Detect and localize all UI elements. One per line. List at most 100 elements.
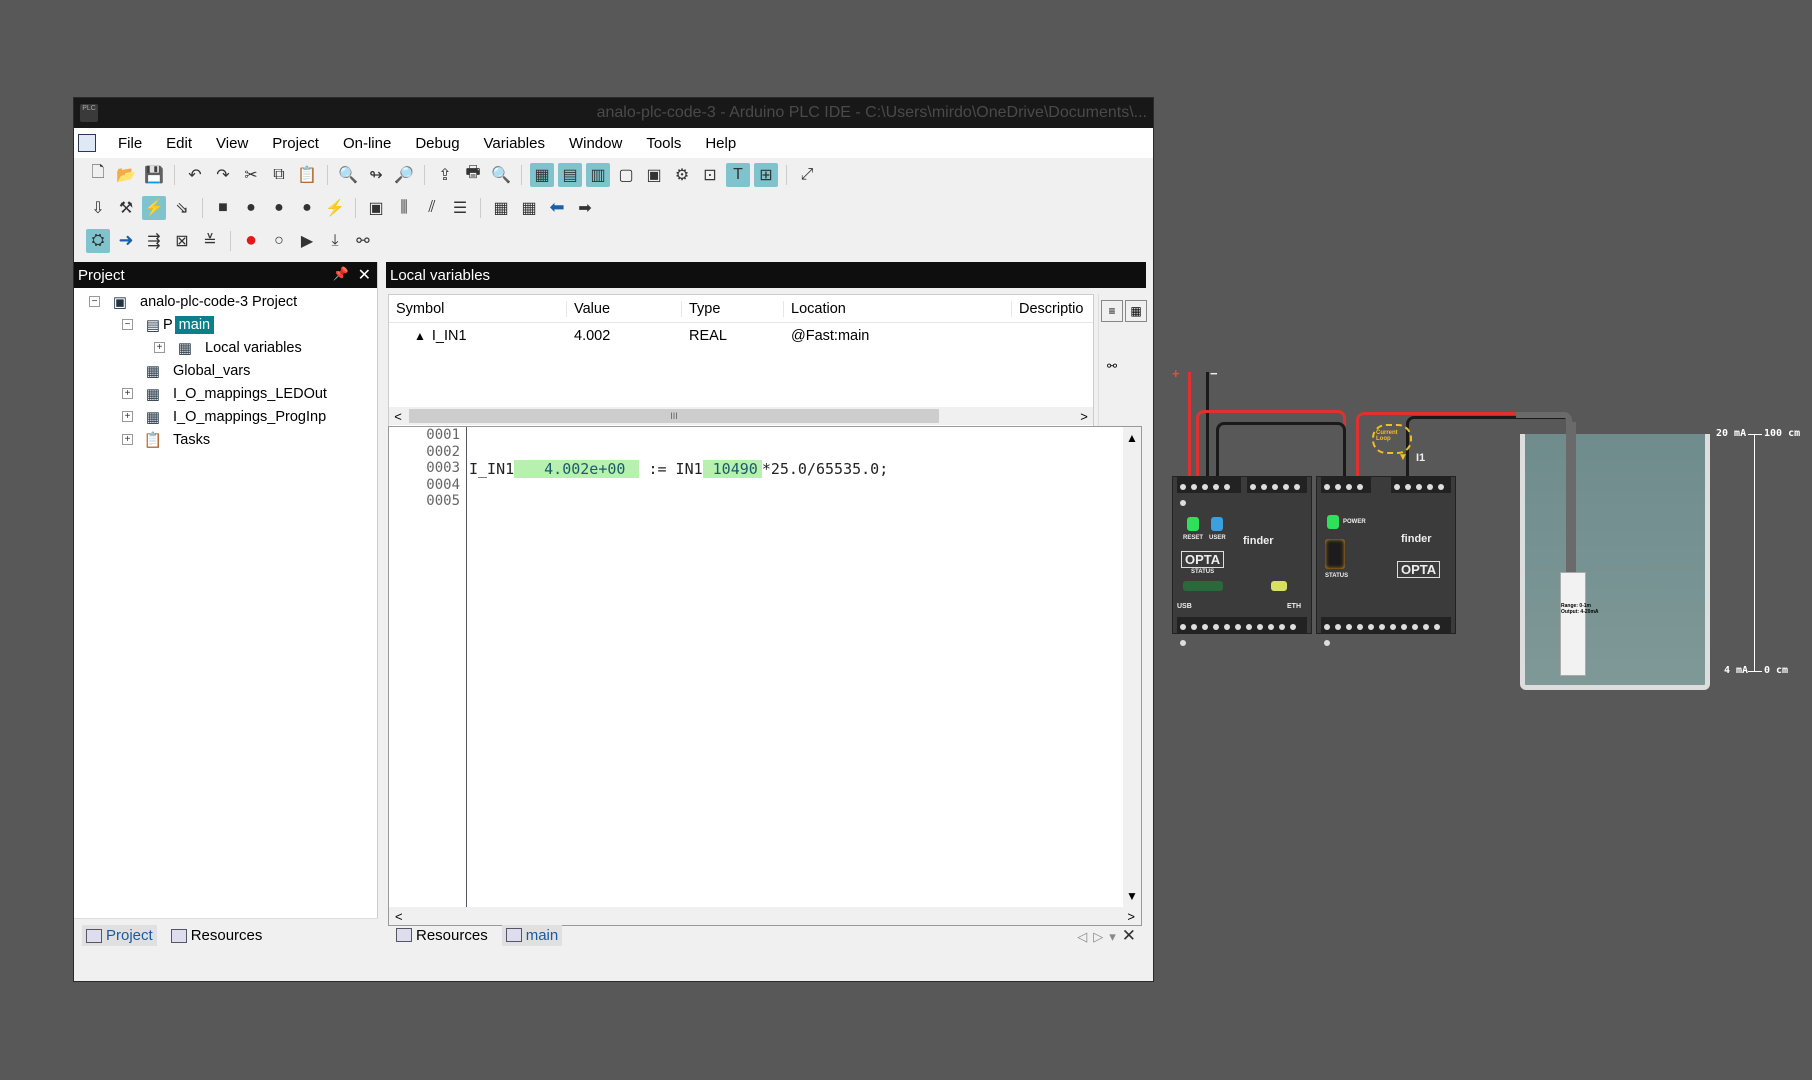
find-icon[interactable]: 🔍 (336, 163, 360, 187)
code-line-3[interactable]: I_IN1 4.002e+00 := IN1 10490 *25.0/65535.0; (469, 460, 888, 478)
grid-view-icon[interactable]: ▦ (1125, 300, 1147, 322)
collapse-icon[interactable]: − (122, 319, 133, 330)
cut-icon[interactable]: ✂ (239, 163, 263, 187)
view-properties-icon[interactable]: ⊞ (754, 162, 778, 187)
close-icon[interactable]: ✕ (358, 265, 371, 285)
tree-item-project[interactable]: − ▣ analo-plc-code-3 Project (74, 290, 377, 313)
menu-online[interactable]: On-line (331, 135, 403, 152)
table-horizontal-scrollbar[interactable]: < III > (389, 407, 1093, 425)
scroll-down-icon[interactable]: ▼ (1123, 889, 1141, 903)
expand-icon[interactable]: + (154, 342, 165, 353)
record-icon[interactable]: ● (239, 229, 263, 253)
build-icon[interactable]: ⚒ (114, 196, 138, 220)
fullscreen-icon[interactable]: ⤢ (795, 163, 819, 187)
view-toolbox-icon[interactable]: T (726, 162, 750, 187)
scroll-right-icon[interactable]: > (1075, 409, 1093, 424)
breakpoint-list-icon[interactable]: ⊠ (170, 229, 194, 253)
cold-restart-icon[interactable]: ● (239, 196, 263, 220)
step-into-icon[interactable]: ⇶ (142, 229, 166, 253)
table-row[interactable]: ▲ I_IN1 4.002 REAL @Fast:main (389, 323, 1093, 349)
binoculars-icon[interactable]: ⚯ (1101, 356, 1123, 378)
connect-icon[interactable]: ⚡ (142, 195, 166, 220)
play-icon[interactable]: ▶ (295, 229, 319, 253)
menu-window[interactable]: Window (557, 135, 634, 152)
column-location[interactable]: Location (784, 300, 1012, 317)
column-description[interactable]: Descriptio (1012, 301, 1092, 317)
new-file-icon[interactable]: 🗋 (86, 163, 110, 187)
trigger-icon[interactable]: ⫽ (420, 196, 444, 220)
copy-icon[interactable]: ⧉ (267, 163, 291, 187)
download-icon[interactable]: ⇘ (170, 196, 194, 220)
menu-edit[interactable]: Edit (154, 135, 204, 152)
column-symbol[interactable]: Symbol (389, 300, 567, 317)
tab-resources[interactable]: Resources (392, 925, 492, 946)
list-view-icon[interactable]: ≡ (1101, 300, 1123, 322)
prev-tab-icon[interactable]: ◁ (1077, 929, 1093, 944)
back-icon[interactable]: ⬅ (545, 196, 569, 220)
trace-icon[interactable]: ⚯ (351, 229, 375, 253)
view-output-icon[interactable]: ▤ (558, 162, 582, 187)
tree-item-main[interactable]: − ▤ P main (74, 313, 377, 336)
tree-item-io-led-out[interactable]: + ▦ I_O_mappings_LEDOut (74, 382, 377, 405)
menu-view[interactable]: View (204, 135, 260, 152)
expand-icon[interactable]: + (122, 434, 133, 445)
document-menu-icon[interactable] (78, 134, 96, 152)
print-preview-icon[interactable]: 🔍 (489, 163, 513, 187)
table-icon[interactable]: ▦ (517, 196, 541, 220)
column-value[interactable]: Value (567, 300, 682, 317)
menu-project[interactable]: Project (260, 135, 331, 152)
view-debug-icon[interactable]: ▣ (642, 163, 666, 187)
print-icon[interactable]: 🖶 (461, 163, 485, 187)
menu-debug[interactable]: Debug (403, 135, 471, 152)
tab-list-icon[interactable]: ▾ (1109, 929, 1122, 944)
tab-main[interactable]: main (501, 924, 563, 946)
workspace-icon[interactable]: ⛭ (86, 228, 110, 253)
view-search-icon[interactable]: ⊡ (698, 163, 722, 187)
next-tab-icon[interactable]: ▷ (1093, 929, 1109, 944)
scroll-up-icon[interactable]: ▲ (1123, 431, 1141, 445)
oscilloscope-icon[interactable]: ⫼ (392, 196, 416, 220)
list-icon[interactable]: ☰ (448, 196, 472, 220)
tree-item-global-vars[interactable]: ▦ Global_vars (74, 359, 377, 382)
code-editor[interactable]: 0001 0002 0003 0004 0005 I_IN1 4.002e+00 … (388, 426, 1142, 926)
view-project-icon[interactable]: ▦ (530, 162, 554, 187)
step-over-icon[interactable]: ⤓ (323, 229, 347, 253)
hot-restart-icon[interactable]: ● (295, 196, 319, 220)
expand-icon[interactable]: + (122, 388, 133, 399)
pin-icon[interactable]: 📌 (333, 266, 349, 282)
watch-icon[interactable]: ▣ (364, 196, 388, 220)
circle-icon[interactable]: ○ (267, 229, 291, 253)
column-type[interactable]: Type (682, 300, 784, 317)
scroll-left-icon[interactable]: < (389, 409, 407, 424)
find-next-icon[interactable]: ↬ (364, 163, 388, 187)
menu-help[interactable]: Help (693, 135, 748, 152)
go-to-icon[interactable]: ➜ (114, 229, 138, 253)
stop-icon[interactable]: ■ (211, 196, 235, 220)
redo-icon[interactable]: ↷ (211, 163, 235, 187)
tree-item-io-prog-inp[interactable]: + ▦ I_O_mappings_ProgInp (74, 405, 377, 428)
undo-icon[interactable]: ↶ (183, 163, 207, 187)
warm-restart-icon[interactable]: ● (267, 196, 291, 220)
view-settings-icon[interactable]: ⚙ (670, 163, 694, 187)
forward-icon[interactable]: ➡ (573, 196, 597, 220)
view-watch-icon[interactable]: ▢ (614, 163, 638, 187)
grid-icon[interactable]: ▦ (489, 196, 513, 220)
menu-tools[interactable]: Tools (634, 135, 693, 152)
call-stack-icon[interactable]: ≚ (198, 229, 222, 253)
find-in-files-icon[interactable]: 🔎 (392, 163, 416, 187)
view-library-icon[interactable]: ▥ (586, 162, 610, 187)
collapse-icon[interactable]: − (89, 296, 100, 307)
editor-vertical-scrollbar[interactable]: ▲ ▼ (1123, 427, 1141, 907)
compile-icon[interactable]: ⇩ (86, 196, 110, 220)
tree-item-local-variables[interactable]: + ▦ Local variables (74, 336, 377, 359)
tree-item-tasks[interactable]: + 📋 Tasks (74, 428, 377, 451)
close-tab-icon[interactable]: ✕ (1122, 926, 1142, 945)
export-icon[interactable]: ⇪ (433, 163, 457, 187)
menu-variables[interactable]: Variables (472, 135, 557, 152)
menu-file[interactable]: File (106, 135, 154, 152)
scroll-thumb[interactable]: III (409, 409, 939, 423)
flash-icon[interactable]: ⚡ (323, 196, 347, 220)
expand-icon[interactable]: + (122, 411, 133, 422)
open-file-icon[interactable]: 📂 (114, 163, 138, 187)
tab-project[interactable]: Project (82, 925, 157, 946)
